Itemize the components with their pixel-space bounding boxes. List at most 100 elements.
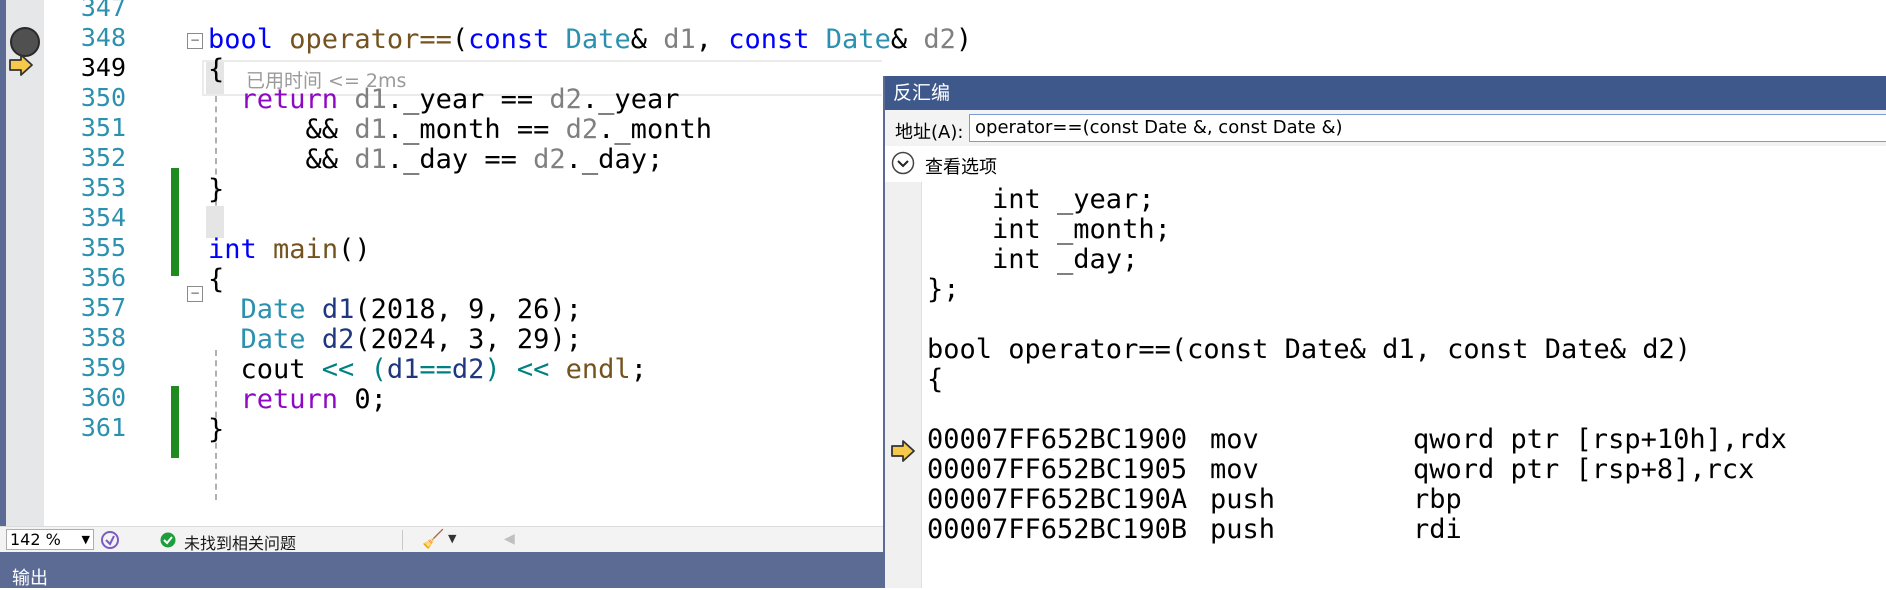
disassembly-window[interactable]: 反汇编 地址(A): operator==(const Date &, cons…: [883, 76, 1886, 588]
code-token: ): [955, 24, 973, 55]
disassembly-title[interactable]: 反汇编: [885, 76, 1886, 110]
check-icon: [160, 532, 176, 548]
code-token: ==: [419, 354, 452, 385]
code-token: ,: [435, 324, 469, 355]
code-token: 3: [468, 324, 485, 355]
code-token: d2: [565, 114, 599, 145]
code-token: (): [338, 234, 371, 265]
code-token: d1: [354, 84, 387, 115]
chevron-down-icon[interactable]: ▼: [448, 532, 456, 545]
code-line-353[interactable]: }: [208, 172, 224, 208]
collapse-icon[interactable]: −: [187, 33, 203, 49]
zoom-dropdown[interactable]: 142 % ▼: [6, 529, 94, 550]
code-token: d2: [923, 24, 956, 55]
view-options-label: 查看选项: [925, 157, 997, 178]
code-token: 26: [516, 294, 550, 325]
instruction-operand: qword ptr [rsp+8],rcx: [1413, 454, 1755, 485]
code-token: &&: [305, 114, 355, 145]
intellicode-icon[interactable]: [100, 530, 120, 550]
code-token: ._day;: [565, 144, 664, 175]
code-token: d1: [321, 294, 355, 325]
code-token: }: [208, 174, 225, 205]
code-token: return: [240, 84, 339, 115]
expand-options-icon[interactable]: [891, 151, 915, 175]
instruction-mnemonic: push: [1210, 514, 1276, 545]
editor-gutter[interactable]: [6, 0, 44, 528]
code-token: int: [208, 234, 257, 265]
code-token: const: [728, 24, 810, 55]
code-token: {: [208, 264, 225, 295]
code-token: d1: [663, 24, 696, 55]
code-token: 0;: [338, 384, 387, 415]
code-token: endl: [565, 354, 631, 385]
code-token: ;: [630, 354, 647, 385]
code-token: d2: [533, 144, 566, 175]
code-token: d1: [386, 354, 420, 385]
code-token: &: [630, 24, 664, 55]
collapse-icon[interactable]: −: [187, 286, 203, 302]
code-token: &: [890, 24, 924, 55]
current-statement-arrow-icon: [891, 440, 915, 462]
code-token: (: [354, 324, 371, 355]
source-line: };: [927, 274, 960, 305]
code-token: 9: [468, 294, 485, 325]
line-number: 361: [80, 413, 126, 442]
divider: [402, 530, 403, 550]
chevron-down-icon: ▼: [81, 533, 90, 546]
code-token: ._year ==: [386, 84, 550, 115]
output-panel-header[interactable]: 输出: [0, 552, 884, 589]
code-token: d2: [321, 324, 355, 355]
code-line-348[interactable]: bool operator==(const Date& d1, const Da…: [208, 22, 972, 58]
code-token: 2018: [370, 294, 436, 325]
code-token: ._month ==: [386, 114, 566, 145]
code-token: ._day ==: [386, 144, 534, 175]
code-token: (: [354, 294, 371, 325]
code-token: bool: [208, 24, 274, 55]
code-token: ._year: [581, 84, 680, 115]
view-options-row[interactable]: 查看选项: [885, 146, 1886, 182]
code-token: Date: [825, 24, 891, 55]
instruction-address: 00007FF652BC190B: [927, 514, 1188, 545]
code-token: (: [451, 24, 469, 55]
code-token: return: [240, 384, 339, 415]
current-statement-arrow-icon: [9, 54, 33, 76]
code-token: ) <<: [484, 354, 566, 385]
disassembly-gutter[interactable]: [885, 182, 922, 588]
output-panel-title: 输出: [12, 568, 48, 589]
code-token: d2: [549, 84, 582, 115]
code-token: cout: [240, 354, 306, 385]
zoom-value: 142 %: [10, 530, 61, 549]
address-label: 地址(A):: [895, 122, 964, 143]
code-line-355[interactable]: int main(): [208, 232, 371, 268]
code-token: }: [208, 414, 225, 445]
code-token: d2: [451, 354, 485, 385]
code-token: );: [549, 294, 582, 325]
code-line-360[interactable]: return 0;: [208, 382, 387, 418]
code-token: ,: [484, 294, 517, 325]
code-token: {: [208, 54, 225, 85]
code-token: 2024: [370, 324, 436, 355]
code-token: d1: [354, 114, 387, 145]
code-token: const: [468, 24, 550, 55]
code-token: main: [273, 234, 339, 265]
code-token: Date: [565, 24, 631, 55]
broom-icon[interactable]: 🧹: [422, 529, 444, 550]
code-line-361[interactable]: }: [208, 412, 224, 448]
code-token: ,: [484, 324, 517, 355]
code-token: 29: [516, 324, 550, 355]
code-line-352[interactable]: && d1._day == d2._day;: [208, 142, 664, 178]
code-token: << (: [305, 354, 387, 385]
source-line: {: [927, 364, 944, 395]
source-line: bool operator==(const Date& d1, const Da…: [927, 334, 1692, 365]
code-token: operator==: [289, 24, 452, 55]
address-input[interactable]: operator==(const Date &, const Date &): [969, 114, 1886, 142]
code-token: Date: [240, 324, 306, 355]
code-token: ,: [695, 24, 729, 55]
code-token: ._month: [598, 114, 712, 145]
issues-status[interactable]: 未找到相关问题: [184, 530, 296, 554]
change-indicator: [171, 168, 179, 276]
scroll-left-icon[interactable]: ◀: [504, 531, 515, 547]
code-token: ,: [435, 294, 469, 325]
code-token: d1: [354, 144, 387, 175]
code-token: Date: [240, 294, 306, 325]
